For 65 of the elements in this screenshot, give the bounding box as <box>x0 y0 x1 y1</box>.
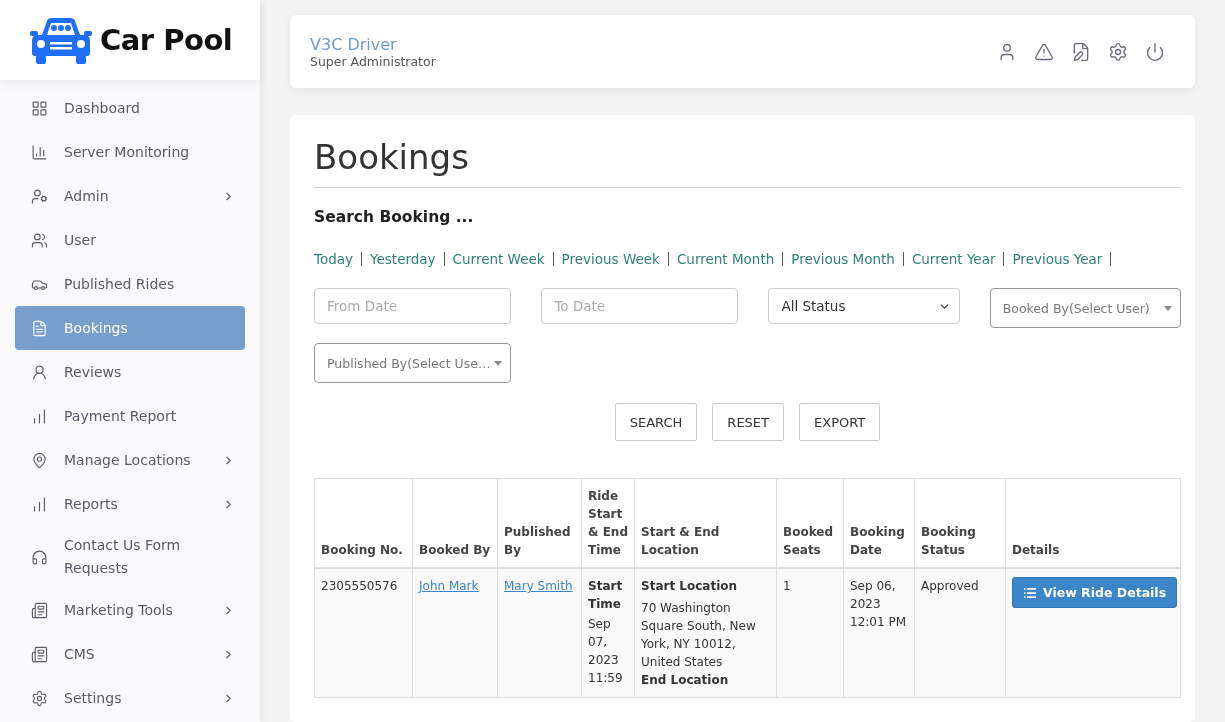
user-name: V3C Driver <box>310 34 398 54</box>
date-filter-link[interactable]: Yesterday <box>362 252 445 266</box>
sidebar-item[interactable]: Settings <box>15 676 245 720</box>
table-cell: Sep 06, 2023 12:01 PM <box>843 568 915 698</box>
users-icon <box>31 231 48 249</box>
brand-name: Car Pool <box>100 23 233 57</box>
sidebar-item[interactable]: Reports <box>15 482 245 526</box>
sidebar-item[interactable]: Contact Us Form Requests <box>15 526 245 588</box>
user-link[interactable]: John Mark <box>419 577 491 595</box>
list-icon <box>1023 585 1037 600</box>
action-button[interactable]: SEARCH <box>614 403 698 441</box>
settings-icon <box>31 689 48 707</box>
sidebar-item[interactable]: Dashboard <box>15 86 245 130</box>
cell-label: Start Time <box>588 578 624 613</box>
date-filter-link[interactable]: Current Month <box>668 252 784 266</box>
page-title: Bookings <box>314 137 1181 188</box>
action-button[interactable]: EXPORT <box>799 403 881 441</box>
from-date-field[interactable]: From Date <box>314 288 512 324</box>
car-logo <box>30 15 92 65</box>
grid-icon <box>31 99 48 117</box>
date-filter-link[interactable]: Previous Year <box>1004 252 1112 266</box>
sidebar-item[interactable]: Published Rides <box>15 262 245 306</box>
action-button[interactable]: RESET <box>712 403 784 441</box>
user-role: Super Administrator <box>310 53 437 69</box>
published-by-select[interactable]: Published By(Select Use… <box>314 343 512 383</box>
user-icon <box>31 363 48 381</box>
user-link[interactable]: Mary Smith <box>504 577 575 595</box>
newspaper-icon <box>31 601 48 619</box>
headset-icon <box>31 548 48 566</box>
date-filter-link[interactable]: Today <box>314 252 363 266</box>
table-cell-text: Sep 07, 2023 11:59 <box>588 616 624 687</box>
newspaper-icon <box>31 645 48 663</box>
table-cell: Approved <box>914 568 1006 698</box>
table-cell: 2305550576 <box>314 568 413 698</box>
edit-document-icon[interactable] <box>1071 41 1091 62</box>
sidebar-item[interactable]: Server Monitoring <box>15 130 245 174</box>
sidebar-item[interactable]: Payment Report <box>15 394 245 438</box>
cell-label: Start Location <box>641 578 739 595</box>
warning-icon[interactable] <box>1034 41 1054 62</box>
date-filter-link[interactable]: Previous Month <box>783 252 904 266</box>
booked-by-select[interactable]: Booked By(Select User) <box>989 288 1181 328</box>
date-filter-link[interactable]: Previous Week <box>553 252 669 266</box>
bar-chart-icon <box>31 143 48 161</box>
date-filter-link[interactable]: Current Week <box>444 252 554 266</box>
bar-chart-icon <box>31 407 48 425</box>
table-cell: 1 <box>776 568 844 698</box>
document-icon <box>31 319 48 337</box>
settings-icon[interactable] <box>1108 41 1128 62</box>
sidebar-item[interactable]: Manage Locations <box>15 438 245 482</box>
sidebar-item[interactable]: User <box>15 218 245 262</box>
date-filter-link[interactable]: Current Year <box>903 252 1005 266</box>
sidebar-item[interactable]: Reviews <box>15 350 245 394</box>
cell-label: End Location <box>641 672 730 689</box>
power-icon[interactable] <box>1145 41 1165 62</box>
section-heading: Search Booking ... <box>314 208 475 226</box>
table-cell-text: 70 Washington Square South, New York, NY 10012, United States <box>641 600 757 671</box>
view-details-button[interactable]: View Ride Details <box>1012 577 1178 608</box>
sidebar-item[interactable]: CMS <box>15 632 245 676</box>
status-select[interactable]: All Status <box>768 288 960 324</box>
bar-chart-icon <box>31 495 48 513</box>
map-pin-icon <box>31 451 48 469</box>
user-cog-icon <box>31 187 48 205</box>
sidebar-item[interactable]: Marketing Tools <box>15 588 245 632</box>
to-date-field[interactable]: To Date <box>541 288 739 324</box>
sidebar-item[interactable]: Admin <box>15 174 245 218</box>
